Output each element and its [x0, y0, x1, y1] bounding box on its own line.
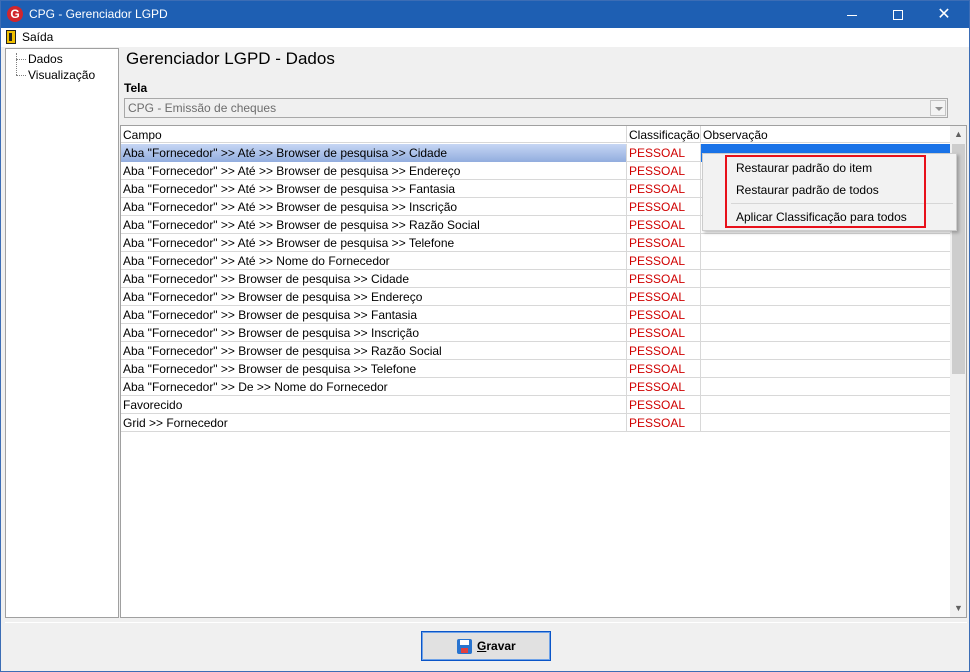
tree-item-visualizacao[interactable]: Visualização — [28, 68, 95, 82]
table-row[interactable]: Grid >> Fornecedor PESSOAL — [121, 414, 950, 432]
cell-campo[interactable]: Aba "Fornecedor" >> Até >> Browser de pe… — [121, 198, 627, 216]
cell-campo[interactable]: Aba "Fornecedor" >> Browser de pesquisa … — [121, 288, 627, 306]
cell-observacao[interactable] — [701, 270, 950, 288]
page-title: Gerenciador LGPD - Dados — [126, 49, 335, 68]
minimize-icon — [847, 15, 857, 16]
cell-campo[interactable]: Aba "Fornecedor" >> Browser de pesquisa … — [121, 324, 627, 342]
annotation-highlight-box — [725, 155, 926, 228]
cell-classificacao[interactable]: PESSOAL — [627, 252, 701, 270]
cell-campo[interactable]: Aba "Fornecedor" >> Até >> Browser de pe… — [121, 144, 627, 162]
cell-observacao[interactable] — [701, 306, 950, 324]
cell-classificacao[interactable]: PESSOAL — [627, 360, 701, 378]
cell-campo[interactable]: Aba "Fornecedor" >> Até >> Browser de pe… — [121, 216, 627, 234]
close-icon: ✕ — [937, 6, 951, 23]
cell-campo[interactable]: Aba "Fornecedor" >> Até >> Browser de pe… — [121, 162, 627, 180]
cell-observacao[interactable] — [701, 360, 950, 378]
save-button[interactable]: Gravar — [421, 631, 551, 661]
cell-campo[interactable]: Grid >> Fornecedor — [121, 414, 627, 432]
footer-divider — [5, 622, 967, 623]
tree-connector — [16, 59, 26, 60]
cell-observacao[interactable] — [701, 288, 950, 306]
cell-campo[interactable]: Aba "Fornecedor" >> Browser de pesquisa … — [121, 306, 627, 324]
chevron-down-icon[interactable] — [930, 100, 946, 116]
table-row[interactable]: Aba "Fornecedor" >> Browser de pesquisa … — [121, 342, 950, 360]
menu-bar: Saída — [1, 28, 969, 47]
cell-classificacao[interactable]: PESSOAL — [627, 162, 701, 180]
tela-select[interactable]: CPG - Emissão de cheques — [124, 98, 948, 118]
table-row[interactable]: Aba "Fornecedor" >> Até >> Nome do Forne… — [121, 252, 950, 270]
cell-classificacao[interactable]: PESSOAL — [627, 270, 701, 288]
cell-classificacao[interactable]: PESSOAL — [627, 180, 701, 198]
cell-classificacao[interactable]: PESSOAL — [627, 342, 701, 360]
cell-campo[interactable]: Aba "Fornecedor" >> Browser de pesquisa … — [121, 360, 627, 378]
tree-item-dados[interactable]: Dados — [28, 52, 63, 66]
cell-campo[interactable]: Aba "Fornecedor" >> Até >> Browser de pe… — [121, 234, 627, 252]
cell-classificacao[interactable]: PESSOAL — [627, 198, 701, 216]
cell-campo[interactable]: Aba "Fornecedor" >> Browser de pesquisa … — [121, 270, 627, 288]
tela-label: Tela — [124, 81, 148, 95]
cell-classificacao[interactable]: PESSOAL — [627, 396, 701, 414]
cell-classificacao[interactable]: PESSOAL — [627, 378, 701, 396]
tree-connector — [16, 53, 17, 75]
table-row[interactable]: Aba "Fornecedor" >> Até >> Browser de pe… — [121, 234, 950, 252]
close-button[interactable]: ✕ — [921, 1, 967, 28]
cell-classificacao[interactable]: PESSOAL — [627, 306, 701, 324]
cell-campo[interactable]: Aba "Fornecedor" >> Até >> Nome do Forne… — [121, 252, 627, 270]
table-row[interactable]: Favorecido PESSOAL — [121, 396, 950, 414]
app-logo-icon: G — [7, 6, 23, 22]
save-button-label: Gravar — [477, 639, 516, 653]
scroll-up-icon[interactable]: ▲ — [950, 126, 966, 143]
exit-door-icon[interactable] — [6, 30, 16, 44]
table-row[interactable]: Aba "Fornecedor" >> Browser de pesquisa … — [121, 360, 950, 378]
column-header-observacao[interactable]: Observação — [701, 126, 950, 143]
menu-exit[interactable]: Saída — [22, 30, 53, 44]
cell-observacao[interactable] — [701, 396, 950, 414]
cell-observacao[interactable] — [701, 324, 950, 342]
cell-observacao[interactable] — [701, 234, 950, 252]
scroll-down-icon[interactable]: ▼ — [950, 600, 966, 617]
title-bar[interactable]: G CPG - Gerenciador LGPD ✕ — [1, 1, 969, 28]
cell-classificacao[interactable]: PESSOAL — [627, 216, 701, 234]
cell-campo[interactable]: Aba "Fornecedor" >> Browser de pesquisa … — [121, 342, 627, 360]
cell-classificacao[interactable]: PESSOAL — [627, 414, 701, 432]
cell-classificacao[interactable]: PESSOAL — [627, 144, 701, 162]
cell-observacao[interactable] — [701, 252, 950, 270]
column-header-campo[interactable]: Campo — [121, 126, 627, 143]
cell-observacao[interactable] — [701, 342, 950, 360]
maximize-button[interactable] — [875, 1, 921, 28]
app-window: G CPG - Gerenciador LGPD ✕ Saída Dados V… — [0, 0, 970, 672]
cell-campo[interactable]: Aba "Fornecedor" >> Até >> Browser de pe… — [121, 180, 627, 198]
cell-campo[interactable]: Favorecido — [121, 396, 627, 414]
table-row[interactable]: Aba "Fornecedor" >> Browser de pesquisa … — [121, 288, 950, 306]
window-title: CPG - Gerenciador LGPD — [29, 7, 168, 21]
column-header-classificacao[interactable]: Classificação — [627, 126, 701, 143]
cell-classificacao[interactable]: PESSOAL — [627, 234, 701, 252]
table-row[interactable]: Aba "Fornecedor" >> Browser de pesquisa … — [121, 270, 950, 288]
cell-classificacao[interactable]: PESSOAL — [627, 324, 701, 342]
nav-tree: Dados Visualização — [5, 48, 119, 618]
tela-select-value: CPG - Emissão de cheques — [128, 101, 277, 115]
grid-header: Campo Classificação Observação — [121, 126, 950, 143]
cell-observacao[interactable] — [701, 414, 950, 432]
table-row[interactable]: Aba "Fornecedor" >> De >> Nome do Fornec… — [121, 378, 950, 396]
minimize-button[interactable] — [829, 1, 875, 28]
cell-classificacao[interactable]: PESSOAL — [627, 288, 701, 306]
tree-connector — [16, 75, 26, 76]
maximize-icon — [893, 10, 903, 20]
cell-observacao[interactable] — [701, 378, 950, 396]
cell-campo[interactable]: Aba "Fornecedor" >> De >> Nome do Fornec… — [121, 378, 627, 396]
table-row[interactable]: Aba "Fornecedor" >> Browser de pesquisa … — [121, 324, 950, 342]
floppy-disk-icon — [457, 639, 472, 654]
table-row[interactable]: Aba "Fornecedor" >> Browser de pesquisa … — [121, 306, 950, 324]
